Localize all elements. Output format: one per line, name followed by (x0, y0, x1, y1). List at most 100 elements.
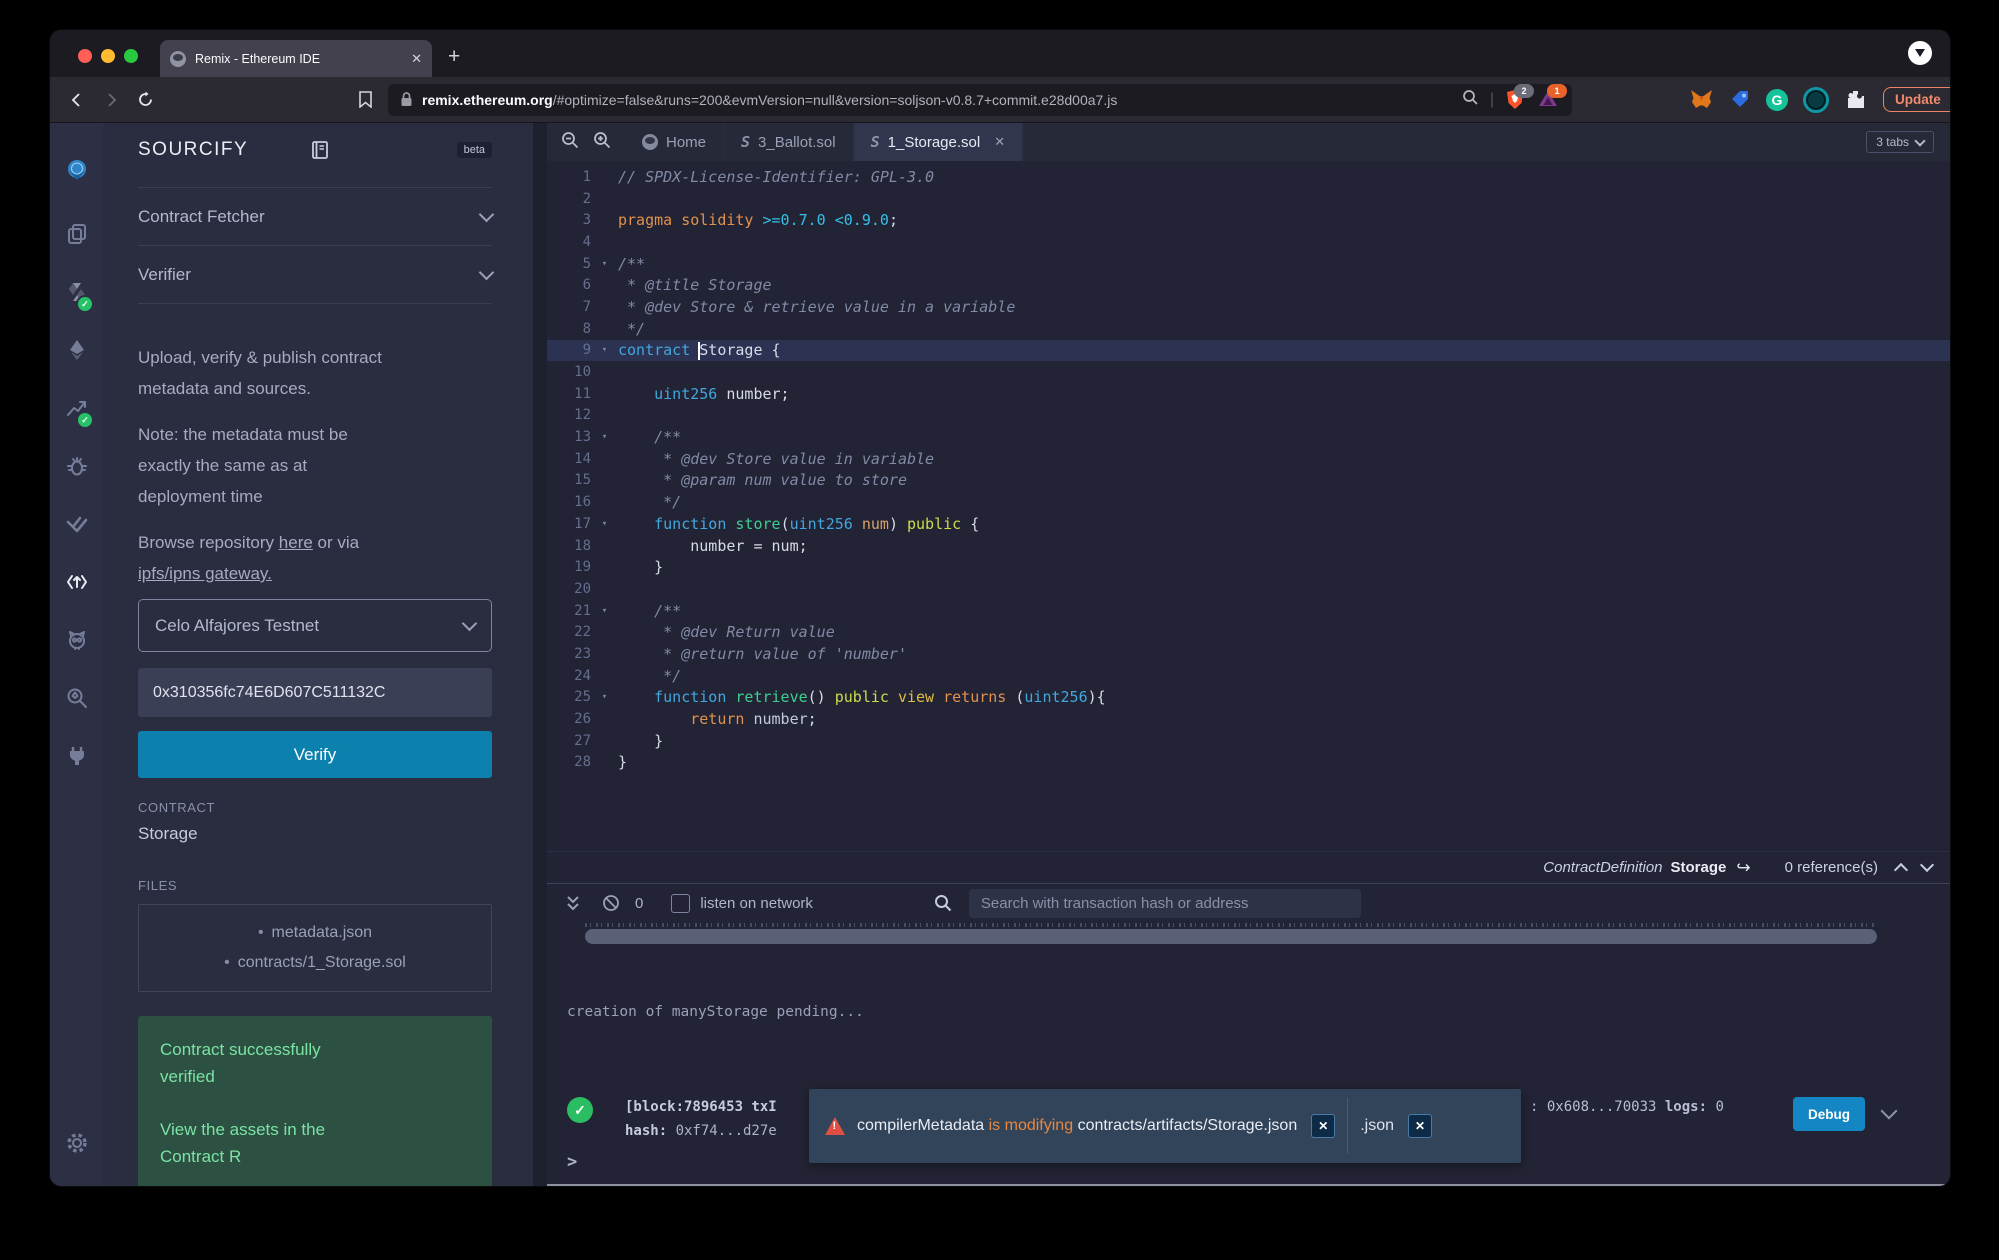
close-toast-button[interactable]: ✕ (1311, 1114, 1336, 1138)
code-line[interactable]: 25 ▾ function retrieve() public view retu… (547, 687, 1950, 709)
contract-fetcher-section[interactable]: Contract Fetcher (138, 188, 495, 245)
documentation-book-icon[interactable] (310, 141, 330, 159)
new-tab-button[interactable]: + (448, 46, 460, 67)
forward-button[interactable] (98, 87, 124, 113)
tx-data-text: : 0x608...70033 logs: 0 (1530, 1099, 1724, 1115)
file-item[interactable]: • metadata.json (145, 918, 485, 948)
code-line[interactable]: 5 ▾/** (547, 253, 1950, 275)
file-item[interactable]: • contracts/1_Storage.sol (145, 948, 485, 978)
zoom-in-icon[interactable] (593, 131, 611, 154)
code-line[interactable]: 18 number = num; (547, 535, 1950, 557)
close-tab-icon[interactable]: ✕ (411, 51, 422, 67)
clear-console-icon[interactable] (599, 891, 623, 915)
beta-badge: beta (456, 142, 492, 158)
triangle-badge: 1 (1547, 83, 1567, 98)
metamask-icon[interactable] (1690, 88, 1713, 111)
code-line[interactable]: 22 * @dev Return value (547, 621, 1950, 643)
solidity-compiler-icon[interactable]: ✓ (50, 263, 103, 321)
code-line[interactable]: 10 (547, 361, 1950, 383)
expand-tx-icon[interactable] (1880, 1102, 1898, 1120)
code-line[interactable]: 7 * @dev Store & retrieve value in a var… (547, 296, 1950, 318)
zoom-out-icon[interactable] (561, 131, 579, 154)
verifier-section[interactable]: Verifier (138, 245, 495, 303)
code-line[interactable]: 24 */ (547, 665, 1950, 687)
contract-address-input[interactable] (138, 668, 492, 717)
plugin-manager-icon[interactable] (50, 727, 103, 785)
tx-hash-text: hash: 0xf74...d27e (625, 1123, 777, 1139)
code-line[interactable]: 16 */ (547, 491, 1950, 513)
code-line[interactable]: 17 ▾ function store(uint256 num) public { (547, 513, 1950, 535)
tab-ballot[interactable]: S 3_Ballot.sol (724, 123, 854, 161)
code-line[interactable]: 2 (547, 188, 1950, 210)
deploy-run-icon[interactable] (50, 321, 103, 379)
static-analysis-icon[interactable]: ✓ (50, 379, 103, 437)
page-zoom-icon[interactable] (1462, 89, 1479, 111)
close-window-button[interactable] (78, 49, 92, 63)
code-line[interactable]: 4 (547, 231, 1950, 253)
tag-extension-icon[interactable] (1728, 88, 1751, 111)
code-line[interactable]: 15 * @param num value to store (547, 470, 1950, 492)
code-line[interactable]: 6 * @title Storage (547, 274, 1950, 296)
browser-badge-icon[interactable] (1908, 41, 1932, 65)
code-line[interactable]: 27 } (547, 730, 1950, 752)
goto-definition-icon[interactable]: ↪ (1736, 858, 1750, 878)
code-line[interactable]: 20 (547, 578, 1950, 600)
minimize-window-button[interactable] (101, 49, 115, 63)
debugger-icon[interactable] (50, 437, 103, 495)
ipfs-gateway-link[interactable]: ipfs/ipns gateway. (138, 564, 272, 583)
verify-button[interactable]: Verify (138, 731, 492, 778)
maximize-window-button[interactable] (124, 49, 138, 63)
grammarly-icon[interactable]: G (1766, 88, 1788, 111)
browser-tab[interactable]: Remix - Ethereum IDE ✕ (160, 40, 432, 77)
expand-terminal-icon[interactable] (561, 891, 585, 915)
code-line[interactable]: 8 */ (547, 318, 1950, 340)
puzzle-extensions-icon[interactable] (1844, 88, 1867, 111)
bookmark-icon[interactable] (352, 87, 378, 113)
debug-button[interactable]: Debug (1793, 1097, 1865, 1131)
url-bar[interactable]: remix.ethereum.org/#optimize=false&runs=… (388, 83, 1572, 116)
teal-extension-icon[interactable] (1803, 86, 1829, 113)
panel-resize-handle[interactable] (533, 123, 547, 1186)
brave-shield-icon[interactable]: 2 (1505, 83, 1534, 111)
code-line[interactable]: 26 return number; (547, 708, 1950, 730)
back-button[interactable] (64, 87, 90, 113)
tabs-count-dropdown[interactable]: 3 tabs (1866, 131, 1934, 153)
settings-gear-icon[interactable] (50, 1114, 103, 1172)
chevron-down-icon (1914, 134, 1926, 147)
terminal-scrollbar[interactable] (585, 929, 1877, 944)
code-line[interactable]: 14 * @dev Store value in variable (547, 448, 1950, 470)
update-button[interactable]: Update (1883, 87, 1950, 112)
code-line[interactable]: 28} (547, 752, 1950, 774)
code-line[interactable]: 12 (547, 405, 1950, 427)
previous-reference-icon[interactable] (1893, 862, 1909, 878)
tab-storage[interactable]: S 1_Storage.sol ✕ (853, 123, 1024, 161)
terminal-search-input[interactable] (968, 888, 1361, 918)
listen-network-checkbox[interactable] (671, 893, 691, 913)
code-line[interactable]: 3 pragma solidity >=0.7.0 <0.9.0; (547, 209, 1950, 231)
code-line[interactable]: 19 } (547, 556, 1950, 578)
close-tab-icon[interactable]: ✕ (994, 134, 1005, 150)
chevron-down-icon (478, 264, 495, 280)
code-line[interactable]: 13 ▾ /** (547, 426, 1950, 448)
code-line[interactable]: 11 uint256 number; (547, 383, 1950, 405)
remix-logo-icon[interactable] (50, 135, 103, 205)
terminal-prompt[interactable]: > (567, 1152, 577, 1172)
code-line[interactable]: 1// SPDX-License-Identifier: GPL-3.0 (547, 166, 1950, 188)
code-line[interactable]: 23 * @return value of 'number' (547, 643, 1950, 665)
tx-success-icon: ✓ (567, 1097, 593, 1123)
network-select[interactable]: Celo Alfajores Testnet (138, 599, 492, 652)
unit-testing-icon[interactable] (50, 495, 103, 553)
triangle-extension-icon[interactable]: 1 (1538, 83, 1567, 111)
owl-plugin-icon[interactable] (50, 611, 103, 669)
tab-home[interactable]: Home (625, 123, 725, 161)
file-explorer-icon[interactable] (50, 205, 103, 263)
next-reference-icon[interactable] (1919, 857, 1935, 873)
code-line[interactable]: 9 ▾ contract Storage { (547, 339, 1950, 362)
sourcify-icon[interactable] (50, 553, 103, 611)
etherscan-icon[interactable] (50, 669, 103, 727)
reload-button[interactable] (132, 87, 158, 113)
repository-link[interactable]: here (279, 533, 313, 552)
code-line[interactable]: 21 ▾ /** (547, 600, 1950, 622)
close-toast-button[interactable]: ✕ (1408, 1114, 1433, 1138)
code-editor[interactable]: 1// SPDX-License-Identifier: GPL-3.0 2 3 pr… (547, 161, 1950, 851)
